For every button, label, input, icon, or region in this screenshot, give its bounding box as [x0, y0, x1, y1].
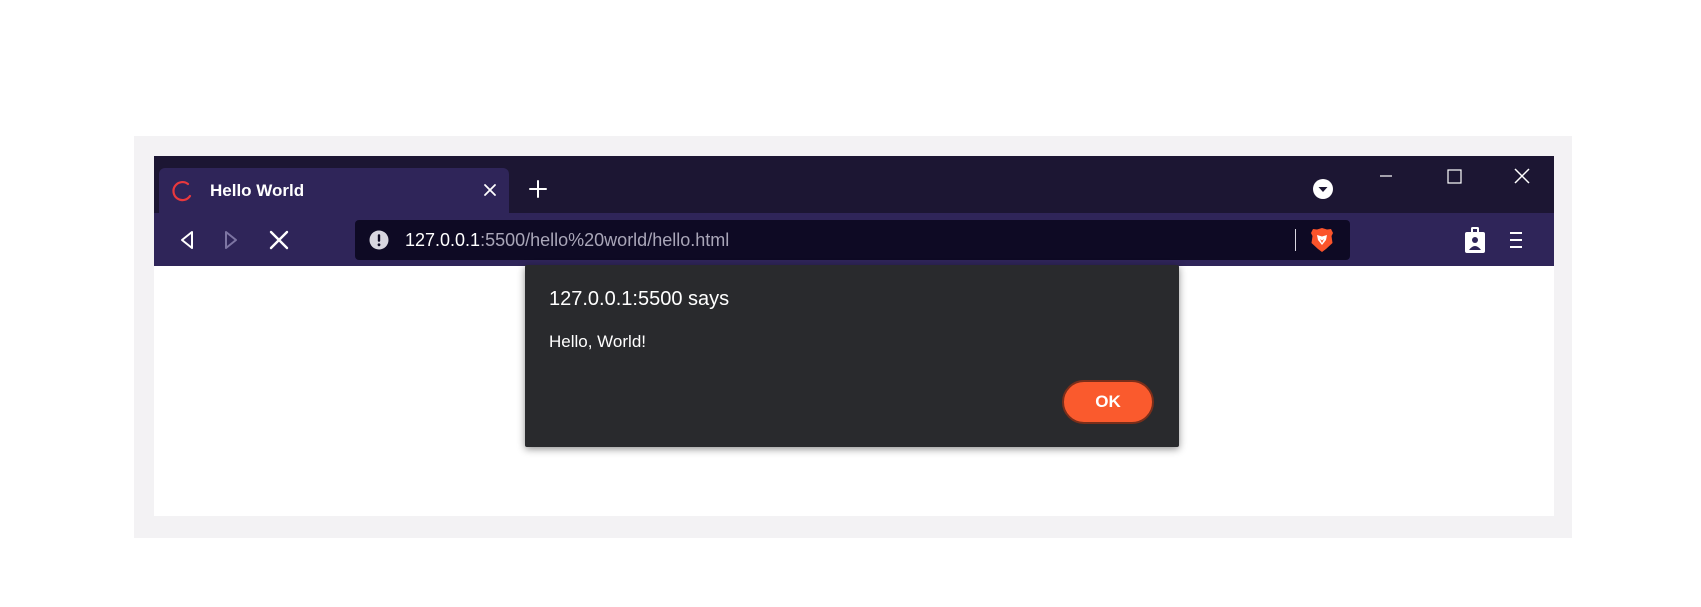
forward-arrow-icon[interactable] — [216, 225, 246, 255]
url-path: :5500/hello%20world/hello.html — [480, 230, 730, 250]
tab-title: Hello World — [210, 181, 305, 200]
tab-hello-world[interactable]: Hello World — [159, 168, 509, 213]
back-arrow-icon[interactable] — [172, 225, 202, 255]
tab-strip: Hello World — [154, 156, 1554, 213]
maximize-icon[interactable] — [1434, 166, 1474, 194]
url-host: 127.0.0.1 — [405, 230, 481, 250]
navigation-toolbar: 127.0.0.1:5500/hello%20world/hello.html — [154, 213, 1554, 266]
ok-button[interactable]: OK — [1062, 380, 1154, 424]
minimize-icon[interactable] — [1366, 166, 1406, 194]
chevron-down-circle-icon[interactable] — [1311, 177, 1335, 201]
info-icon[interactable] — [369, 230, 389, 250]
loading-spinner-icon — [172, 181, 192, 202]
close-icon[interactable] — [1502, 166, 1542, 194]
brave-shields-icon[interactable] — [1310, 227, 1334, 253]
address-bar-divider — [1295, 229, 1296, 251]
close-icon[interactable] — [479, 179, 501, 201]
address-bar[interactable]: 127.0.0.1:5500/hello%20world/hello.html — [355, 220, 1350, 260]
dialog-message: Hello, World! — [549, 332, 646, 351]
stop-icon[interactable] — [264, 225, 294, 255]
wallet-icon[interactable] — [1462, 225, 1488, 255]
url-text[interactable]: 127.0.0.1:5500/hello%20world/hello.html — [405, 230, 729, 250]
dialog-title: 127.0.0.1:5500 says — [549, 288, 730, 310]
alert-dialog: 127.0.0.1:5500 says Hello, World! OK — [525, 265, 1179, 447]
plus-icon[interactable] — [526, 177, 550, 201]
hamburger-menu-icon[interactable] — [1504, 228, 1528, 252]
